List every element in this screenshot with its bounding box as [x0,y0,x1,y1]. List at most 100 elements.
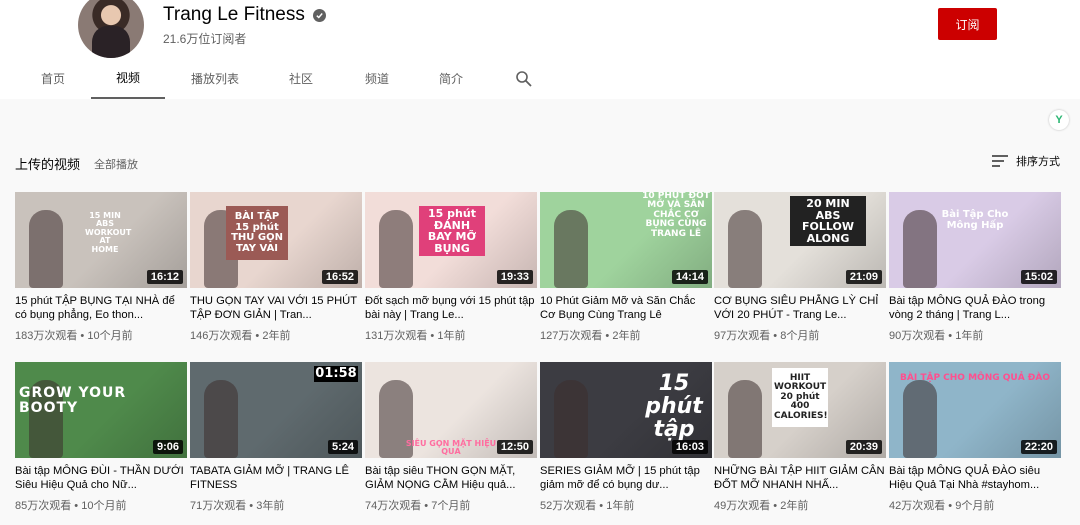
video-age: 8个月前 [780,330,820,342]
meta-separator: • [427,330,438,342]
sort-button[interactable]: 排序方式 [992,153,1060,169]
thumbnail-figure [728,380,762,458]
video-thumbnail[interactable]: 15 MIN ABS WORKOUT AT HOME 16:12 [15,192,187,288]
search-icon[interactable] [515,70,533,88]
thumbnail-figure [554,210,588,288]
video-duration: 20:39 [845,440,882,454]
video-meta: 127万次观看 • 2年前 [540,327,712,343]
video-card[interactable]: BÀI TẬP CHO MÔNG QUẢ ĐÀO 22:20 Bài tập MÔN… [889,362,1061,513]
tab-playlists[interactable]: 播放列表 [180,58,250,99]
video-views: 127万次观看 [540,330,603,342]
meta-separator: • [252,330,263,342]
video-card[interactable]: 15 phút tập 16:03 SERIES GIẢM MỠ | 15 phút… [540,362,712,513]
video-title[interactable]: THU GỌN TAY VAI VỚI 15 PHÚT TẬP ĐƠN GIẢN… [190,294,362,322]
thumbnail-caption: SIÊU GỌN MẶT HIỆU QUẢ [405,439,497,457]
video-card[interactable]: 20 MIN ABS FOLLOW ALONG 21:09 CƠ BỤNG SIÊU… [714,192,886,343]
video-title[interactable]: Bài tập siêu THON GỌN MẶT, GIẢM NỌNG CẰM… [365,464,537,492]
video-card[interactable]: Bài Tập Cho Mông Hấp 15:02 Bài tập MÔNG QU… [889,192,1061,343]
video-meta: 90万次观看 • 1年前 [889,327,1061,343]
video-thumbnail[interactable]: SIÊU GỌN MẶT HIỆU QUẢ 12:50 [365,362,537,458]
meta-separator: • [770,500,781,512]
video-card[interactable]: SIÊU GỌN MẶT HIỆU QUẢ 12:50 Bài tập siêu T… [365,362,537,513]
tab-community[interactable]: 社区 [276,58,326,99]
video-meta: 85万次观看 • 10个月前 [15,497,187,513]
thumbnail-caption: 20 MIN ABS FOLLOW ALONG [790,196,866,247]
video-thumbnail[interactable]: BÀI TẬP CHO MÔNG QUẢ ĐÀO 22:20 [889,362,1061,458]
video-views: 183万次观看 [15,330,78,342]
video-duration: 16:03 [671,440,708,454]
thumbnail-caption: Bài Tập Cho Mông Hấp [941,209,1009,231]
video-card[interactable]: BÀI TẬP 15 phút THU GỌN TAY VAI 16:52 THU … [190,192,362,343]
video-age: 2年前 [612,330,641,342]
video-views: 97万次观看 [714,330,771,342]
thumbnail-figure [554,380,588,458]
video-age: 1年前 [606,500,635,512]
meta-separator: • [945,330,956,342]
thumbnail-caption: BÀI TẬP 15 phút THU GỌN TAY VAI [226,206,288,260]
video-thumbnail[interactable]: 15 phút ĐÁNH BAY MỠ BỤNG 19:33 [365,192,537,288]
thumbnail-figure [903,380,937,458]
video-age: 9个月前 [955,500,995,512]
video-title[interactable]: Bài tập MÔNG ĐÙI - THẦN DƯỚI Siêu Hiệu Q… [15,464,187,492]
video-duration: 19:33 [496,270,533,284]
meta-separator: • [71,500,82,512]
channel-tabs: 首页 视频 播放列表 社区 频道 简介 [0,58,1080,99]
video-thumbnail[interactable]: GROW YOUR BOOTY 9:06 [15,362,187,458]
video-thumbnail[interactable]: 10 PHÚT ĐỐT MỠ VÀ SĂN CHẮC CƠ BỤNG CÙNG … [540,192,712,288]
video-title[interactable]: CƠ BỤNG SIÊU PHẲNG LỲ CHỈ VỚI 20 PHÚT - … [714,294,886,322]
video-thumbnail[interactable]: 01:58 5:24 [190,362,362,458]
video-views: 42万次观看 [889,500,946,512]
thumbnail-caption: 15 MIN ABS WORKOUT AT HOME [85,211,132,254]
meta-separator: • [602,330,613,342]
channel-avatar[interactable] [78,0,144,58]
video-duration: 16:52 [321,270,358,284]
video-thumbnail[interactable]: 20 MIN ABS FOLLOW ALONG 21:09 [714,192,886,288]
video-card[interactable]: 15 MIN ABS WORKOUT AT HOME 16:12 15 phút T… [15,192,187,343]
video-age: 2年前 [780,500,809,512]
section-title: 上传的视频 [15,158,81,173]
video-card[interactable]: 10 PHÚT ĐỐT MỠ VÀ SĂN CHẮC CƠ BỤNG CÙNG … [540,192,712,343]
meta-separator: • [945,500,956,512]
thumbnail-figure [903,210,937,288]
tab-videos[interactable]: 视频 [91,58,165,99]
sort-icon [992,155,1008,167]
video-title[interactable]: SERIES GIẢM MỠ | 15 phút tập giảm mỡ để … [540,464,712,492]
video-meta: 97万次观看 • 8个月前 [714,327,886,343]
video-views: 52万次观看 [540,500,597,512]
thumbnail-caption: 01:58 [314,366,358,382]
thumbnail-figure [204,380,238,458]
video-thumbnail[interactable]: Bài Tập Cho Mông Hấp 15:02 [889,192,1061,288]
video-thumbnail[interactable]: 15 phút tập 16:03 [540,362,712,458]
video-card[interactable]: 15 phút ĐÁNH BAY MỠ BỤNG 19:33 Đốt sạch mỡ… [365,192,537,343]
tab-about[interactable]: 简介 [426,58,476,99]
extension-icon[interactable]: Y [1049,110,1069,130]
video-meta: 183万次观看 • 10个月前 [15,327,187,343]
thumbnail-caption: 15 phút tập [645,371,703,443]
video-thumbnail[interactable]: HIIT WORKOUT 20 phút 400 CALORIES! 20:39 [714,362,886,458]
channel-name[interactable]: Trang Le Fitness [163,4,305,26]
video-title[interactable]: TABATA GIẢM MỠ | TRANG LÊ FITNESS [190,464,362,492]
video-title[interactable]: Đốt sạch mỡ bụng với 15 phút tập bài này… [365,294,537,322]
video-title[interactable]: 15 phút TẬP BỤNG TẠI NHÀ để có bụng phẳn… [15,294,187,322]
video-title[interactable]: Bài tập MÔNG QUẢ ĐÀO siêu Hiệu Quả Tại N… [889,464,1061,492]
tab-channels[interactable]: 频道 [352,58,402,99]
tab-home[interactable]: 首页 [28,58,78,99]
play-all-button[interactable]: 全部播放 [94,156,138,172]
video-card[interactable]: 01:58 5:24 TABATA GIẢM MỠ | TRANG LÊ FITNE… [190,362,362,513]
video-meta: 71万次观看 • 3年前 [190,497,362,513]
subscribe-button[interactable]: 订阅 [938,8,997,40]
thumbnail-figure [379,210,413,288]
video-card[interactable]: HIIT WORKOUT 20 phút 400 CALORIES! 20:39 N… [714,362,886,513]
video-card[interactable]: GROW YOUR BOOTY 9:06 Bài tập MÔNG ĐÙI - TH… [15,362,187,513]
video-views: 71万次观看 [190,500,247,512]
video-meta: 131万次观看 • 1年前 [365,327,537,343]
video-age: 7个月前 [431,500,471,512]
video-title[interactable]: NHỮNG BÀI TẬP HIIT GIẢM CÂN ĐỐT MỠ NHANH… [714,464,886,492]
video-title[interactable]: Bài tập MÔNG QUẢ ĐÀO trong vòng 2 tháng … [889,294,1061,322]
video-meta: 42万次观看 • 9个月前 [889,497,1061,513]
video-age: 3年前 [256,500,285,512]
video-title[interactable]: 10 Phút Giảm Mỡ và Săn Chắc Cơ Bụng Cùng… [540,294,712,322]
video-thumbnail[interactable]: BÀI TẬP 15 phút THU GỌN TAY VAI 16:52 [190,192,362,288]
thumbnail-caption: 10 PHÚT ĐỐT MỠ VÀ SĂN CHẮC CƠ BỤNG CÙNG … [642,192,710,239]
meta-separator: • [596,500,607,512]
